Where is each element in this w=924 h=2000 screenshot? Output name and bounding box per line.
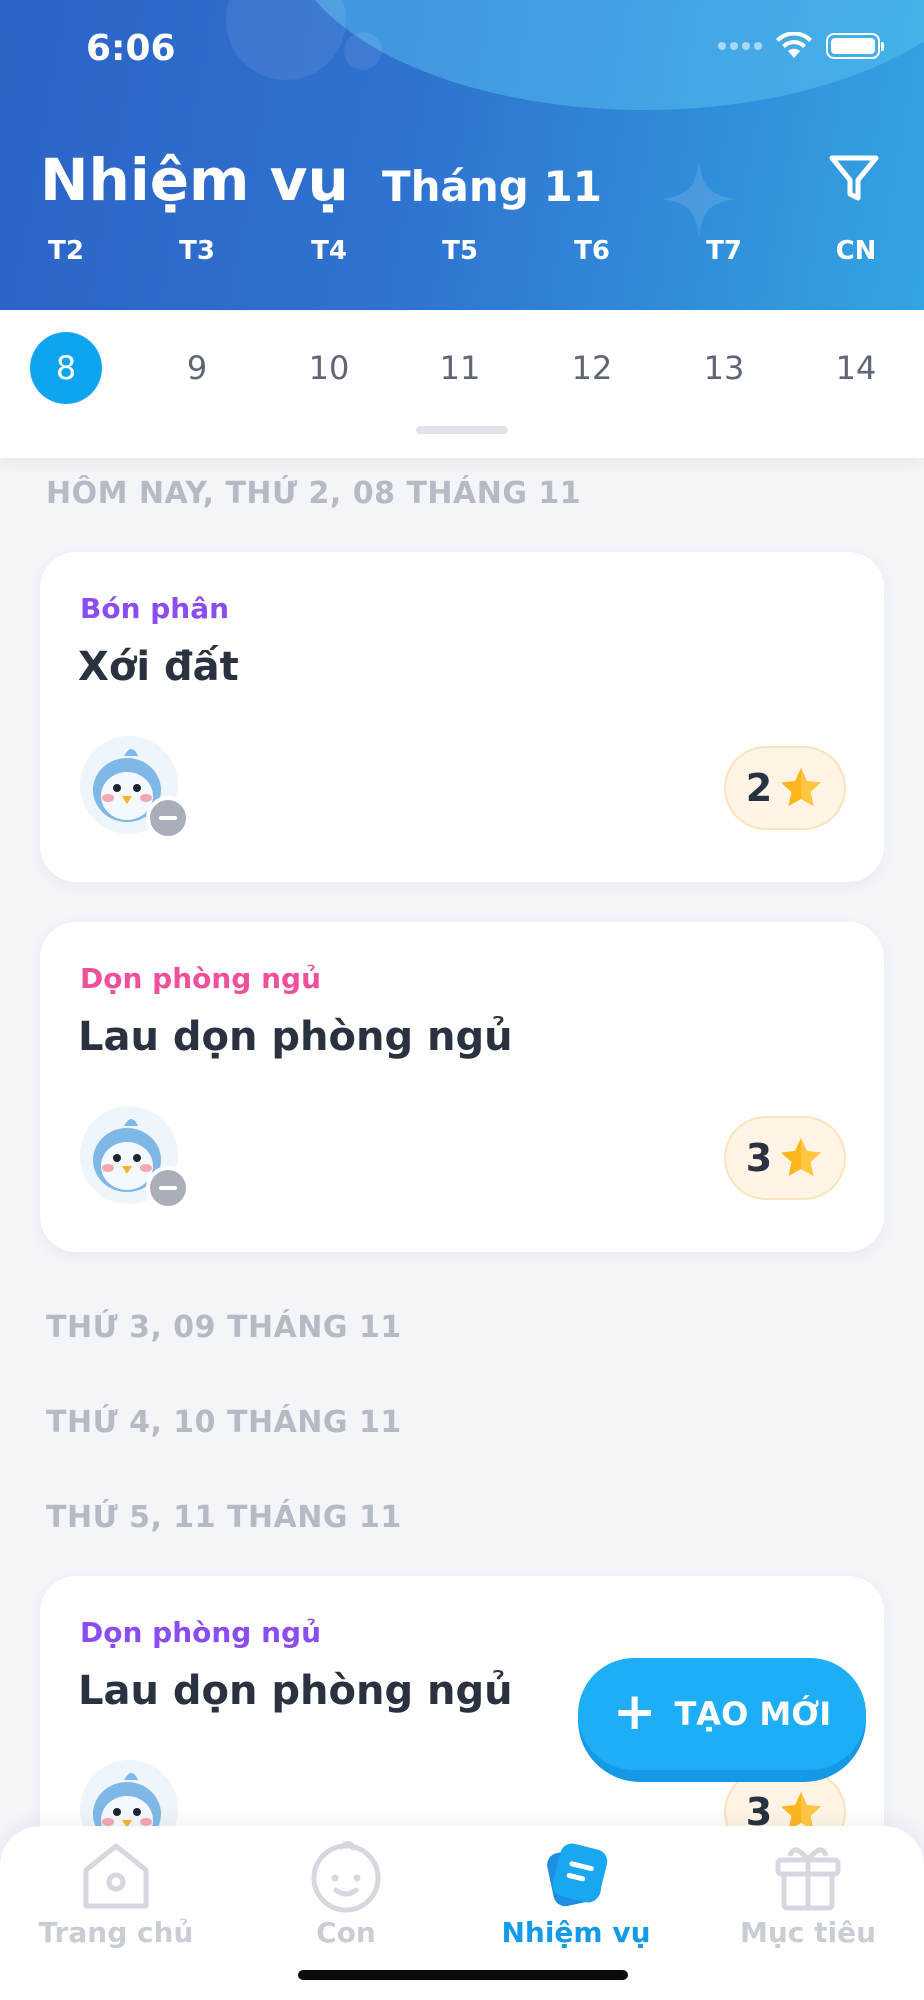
date-item-14[interactable]: 14 [820, 332, 892, 404]
weekday-row: T2 T3 T4 T5 T6 T7 CN [0, 236, 924, 272]
header-bubble-decoration [344, 32, 382, 70]
weekday-label: T4 [311, 236, 347, 266]
nav-label: Mục tiêu [739, 1916, 877, 1949]
reward-badge: 2 [724, 746, 846, 830]
gift-icon [775, 1847, 841, 1911]
date-item-9[interactable]: 9 [161, 332, 233, 404]
task-title: Xới đất [78, 644, 239, 690]
battery-icon [826, 33, 884, 59]
child-face-icon [311, 1841, 381, 1913]
nav-item-tasks[interactable]: Nhiệm vụ [476, 1836, 676, 1956]
date-item-8[interactable]: 8 [30, 332, 102, 404]
reward-value: 3 [745, 1136, 773, 1180]
create-new-label: TẠO MỚI [674, 1695, 832, 1733]
status-icons [718, 32, 884, 60]
reward-value: 2 [745, 766, 773, 810]
page-title: Nhiệm vụ [40, 146, 349, 214]
create-new-button[interactable]: + TẠO MỚI [578, 1658, 866, 1782]
task-icon [547, 1843, 608, 1907]
nav-label: Con [316, 1916, 376, 1949]
header-bubble-decoration [226, 0, 346, 80]
drag-handle[interactable] [416, 426, 508, 434]
remove-assignee-button[interactable] [146, 796, 190, 840]
section-header-day: THỨ 5, 11 THÁNG 11 [46, 1500, 402, 1535]
weekday-label: T3 [179, 236, 215, 266]
section-header-today: HÔM NAY, THỨ 2, 08 THÁNG 11 [46, 476, 582, 511]
date-item-12[interactable]: 12 [556, 332, 628, 404]
section-header-day: THỨ 4, 10 THÁNG 11 [46, 1405, 402, 1440]
nav-item-home[interactable]: Trang chủ [16, 1836, 216, 1956]
nav-item-child[interactable]: Con [246, 1836, 446, 1956]
weekday-label: T2 [48, 236, 84, 266]
task-title: Lau dọn phòng ngủ [78, 1014, 513, 1060]
task-card[interactable]: Dọn phòng ngủ Lau dọn phòng ngủ 3 [40, 922, 884, 1252]
task-category: Dọn phòng ngủ [80, 1616, 322, 1649]
plus-icon: + [612, 1682, 657, 1742]
date-item-10[interactable]: 10 [293, 332, 365, 404]
signal-icon [718, 42, 762, 50]
home-icon [83, 1843, 149, 1909]
weekday-label: T6 [574, 236, 610, 266]
section-header-day: THỨ 3, 09 THÁNG 11 [46, 1310, 402, 1345]
star-icon [781, 768, 822, 806]
sparkle-icon [662, 162, 736, 236]
reward-badge: 3 [724, 1116, 846, 1200]
star-icon [781, 1138, 822, 1176]
header: 6:06 Nhiệm vụ Tháng 11 T2 T3 T4 T5 T6 T7… [0, 0, 924, 310]
home-indicator [298, 1970, 628, 1980]
filter-icon[interactable] [826, 150, 882, 206]
task-category: Bón phân [80, 592, 230, 625]
date-item-13[interactable]: 13 [688, 332, 760, 404]
task-title: Lau dọn phòng ngủ [78, 1668, 513, 1714]
remove-assignee-button[interactable] [146, 1166, 190, 1210]
month-selector[interactable]: Tháng 11 [382, 162, 602, 211]
wifi-icon [776, 32, 812, 58]
nav-item-goals[interactable]: Mục tiêu [708, 1836, 908, 1956]
task-category: Dọn phòng ngủ [80, 962, 322, 995]
task-card[interactable]: Bón phân Xới đất 2 [40, 552, 884, 882]
date-strip: 8 9 10 11 12 13 14 [0, 310, 924, 458]
weekday-label: T5 [442, 236, 478, 266]
date-item-11[interactable]: 11 [424, 332, 496, 404]
nav-label: Nhiệm vụ [501, 1916, 651, 1949]
nav-label: Trang chủ [38, 1916, 194, 1949]
weekday-label: T7 [706, 236, 742, 266]
status-time: 6:06 [86, 28, 176, 69]
weekday-label: CN [835, 236, 877, 266]
